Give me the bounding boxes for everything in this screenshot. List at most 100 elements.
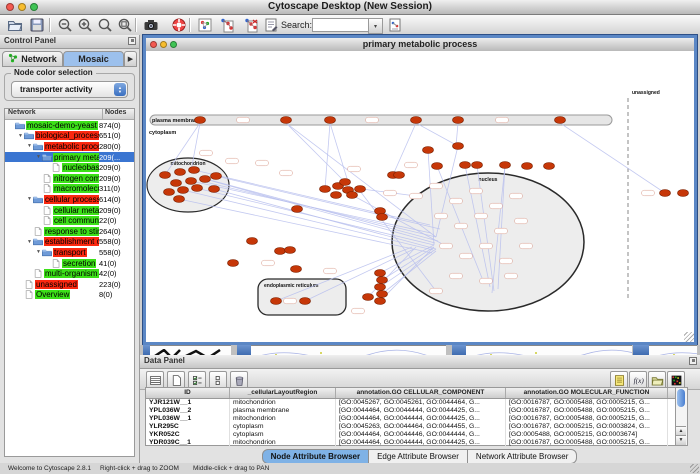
network-node[interactable]: [275, 248, 286, 255]
network-node[interactable]: [186, 178, 197, 185]
network-node[interactable]: [271, 298, 282, 305]
background-window-frame[interactable]: [237, 345, 251, 355]
network-node[interactable]: [660, 190, 671, 197]
network-node[interactable]: [164, 189, 175, 196]
tree-row[interactable]: multi-organism pro42(0): [5, 268, 134, 279]
network-view-icon[interactable]: [218, 16, 236, 34]
network-node[interactable]: [200, 176, 211, 183]
network-canvas[interactable]: plasma membranecytoplasmnucleusmitochond…: [146, 51, 694, 342]
network-node[interactable]: [195, 117, 206, 124]
network-view-titlebar[interactable]: primary metabolic process: [146, 38, 694, 52]
network-node[interactable]: [300, 298, 311, 305]
network-node[interactable]: [375, 298, 386, 305]
background-window[interactable]: [466, 345, 632, 355]
zoom-in-icon[interactable]: [76, 16, 94, 34]
app-resize-grip[interactable]: [690, 464, 699, 473]
network-node[interactable]: [247, 238, 258, 245]
tree-row[interactable]: macromolecule311(0): [5, 184, 134, 195]
background-window-frame[interactable]: [452, 345, 466, 355]
network-node[interactable]: [355, 186, 366, 193]
tree-row[interactable]: secretion41(0): [5, 258, 134, 269]
network-node[interactable]: [423, 147, 434, 154]
tree-row[interactable]: ▼transport558(0): [5, 247, 134, 258]
network-node[interactable]: [281, 117, 292, 124]
table-row[interactable]: YDR039C__1mitochondrion[GO:0044464, GO:0…: [146, 439, 687, 447]
network-edge[interactable]: [286, 123, 345, 182]
search-input[interactable]: [312, 18, 370, 32]
network-node[interactable]: [472, 162, 483, 169]
zoom-selected-icon[interactable]: [116, 16, 134, 34]
network-node[interactable]: [175, 169, 186, 176]
background-window[interactable]: [649, 345, 697, 355]
network-node[interactable]: [394, 172, 405, 179]
table-row[interactable]: YKR052Ccytoplasm[GO:0044464, GO:0044446,…: [146, 431, 687, 439]
network-node[interactable]: [432, 163, 443, 170]
network-node[interactable]: [320, 186, 331, 193]
background-window[interactable]: [150, 345, 231, 355]
tab-network[interactable]: Network: [2, 51, 63, 67]
network-edge[interactable]: [183, 190, 433, 250]
network-node[interactable]: [209, 186, 220, 193]
open-icon[interactable]: [6, 16, 24, 34]
float-panel-icon[interactable]: [128, 37, 136, 45]
tree-row[interactable]: ▼cellular process614(0): [5, 194, 134, 205]
search-dropdown-button[interactable]: ▾: [368, 18, 383, 34]
network-node[interactable]: [178, 187, 189, 194]
snapshot-icon[interactable]: [142, 16, 160, 34]
expander-icon[interactable]: ▼: [17, 133, 24, 139]
network-node[interactable]: [285, 247, 296, 254]
expander-icon[interactable]: ▼: [26, 143, 33, 149]
table-row[interactable]: YPL036W__2plasma membrane[GO:0044464, GO…: [146, 407, 687, 415]
network-node[interactable]: [347, 192, 358, 199]
tree-row[interactable]: ▼establishment of lo558(0): [5, 237, 134, 248]
expander-icon[interactable]: ▼: [35, 249, 42, 255]
expander-icon[interactable]: ▼: [26, 196, 33, 202]
tree-row[interactable]: nitrogen compo209(0): [5, 173, 134, 184]
scrollbar-thumb[interactable]: [677, 389, 685, 407]
save-icon[interactable]: [28, 16, 46, 34]
column-header[interactable]: annotation.GO CELLULAR_COMPONENT: [336, 388, 506, 398]
plasma-membrane-region[interactable]: [150, 115, 612, 125]
help-icon[interactable]: [170, 16, 188, 34]
table-row[interactable]: YJR121W__1mitochondrion[GO:0045267, GO:0…: [146, 399, 687, 407]
background-window-frame[interactable]: [143, 345, 150, 355]
tree-row[interactable]: response to stimulu264(0): [5, 226, 134, 237]
zoom-out-icon[interactable]: [56, 16, 74, 34]
node-color-dropdown[interactable]: transporter activity ▲▼: [11, 81, 128, 98]
tab-node-attribute-browser[interactable]: Node Attribute Browser: [262, 449, 370, 464]
table-row[interactable]: YPL036W__1mitochondrion[GO:0044464, GO:0…: [146, 415, 687, 423]
column-header[interactable]: ID: [146, 388, 230, 398]
network-node[interactable]: [377, 214, 388, 221]
scroll-down-icon[interactable]: ▼: [676, 435, 686, 445]
network-node[interactable]: [500, 162, 511, 169]
table-scrollbar[interactable]: ▲ ▼: [675, 388, 687, 445]
app-titlebar[interactable]: Cytoscape Desktop (New Session): [0, 0, 700, 15]
network-node[interactable]: [555, 117, 566, 124]
zoom-fit-icon[interactable]: [96, 16, 114, 34]
tree-row[interactable]: cell communicat22(0): [5, 215, 134, 226]
network-view-window[interactable]: primary metabolic process plasma membran…: [143, 35, 697, 345]
network-edge[interactable]: [560, 123, 665, 193]
network-edge[interactable]: [216, 176, 440, 229]
network-node[interactable]: [522, 163, 533, 170]
column-header[interactable]: _cellularLayoutRegion: [230, 388, 336, 398]
tree-row[interactable]: nucleobase-209(0): [5, 162, 134, 173]
network-node[interactable]: [325, 117, 336, 124]
network-edge[interactable]: [191, 181, 431, 233]
network-node[interactable]: [160, 172, 171, 179]
tree-row[interactable]: unassigned223(0): [5, 279, 134, 290]
tree-row[interactable]: Overview8(0): [5, 290, 134, 301]
tree-column-network[interactable]: Network: [5, 109, 103, 119]
network-destroy-icon[interactable]: [242, 16, 260, 34]
layout-icon[interactable]: [196, 16, 214, 34]
network-node[interactable]: [211, 173, 222, 180]
network-node[interactable]: [544, 163, 555, 170]
tab-network-attribute-browser[interactable]: Network Attribute Browser: [467, 449, 577, 464]
network-node[interactable]: [363, 294, 374, 301]
tree-row[interactable]: ▼primary metabo209(...: [5, 152, 134, 163]
network-node[interactable]: [291, 266, 302, 273]
network-file-icon[interactable]: [386, 16, 404, 34]
network-node[interactable]: [453, 117, 464, 124]
network-node[interactable]: [228, 260, 239, 267]
tree-row[interactable]: cellular metabo209(0): [5, 205, 134, 216]
